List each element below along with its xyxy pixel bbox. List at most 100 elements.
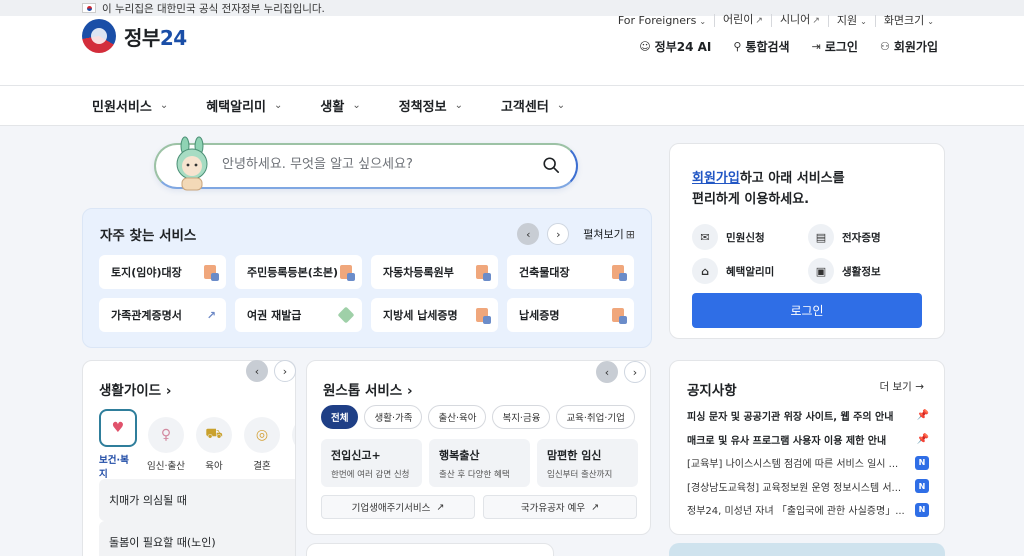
category-health-welfare[interactable]: ♥ 보건·복지	[99, 409, 137, 480]
next-arrow-button[interactable]: ›	[624, 361, 646, 383]
search-box	[154, 143, 578, 189]
bottom-card	[306, 543, 554, 556]
external-link-icon: ↗	[206, 308, 216, 322]
notice-item[interactable]: [경상남도교육청] 교육정보원 운영 정보시스템 서... N	[687, 475, 929, 499]
new-badge: N	[915, 455, 929, 470]
notice-list: 피싱 문자 및 공공기관 위장 사이트, 웹 주의 안내 📌 매크로 및 유사 프…	[687, 404, 929, 522]
external-link-icon: ↗	[591, 501, 600, 513]
frequent-services-title: 자주 찾는 서비스	[100, 228, 197, 244]
chevron-down-icon: ⌄	[352, 100, 361, 111]
ai-button[interactable]: ☺ 정부24 AI	[639, 38, 711, 55]
document-icon	[476, 308, 491, 324]
category-pregnancy[interactable]: ♀ 임신·출산	[147, 417, 185, 472]
one-stop-links: 기업생애주기서비스 ↗ 국가유공자 예우 ↗	[321, 495, 637, 519]
service-building-register[interactable]: 건축물대장	[507, 255, 634, 289]
category-more[interactable]: 이	[291, 417, 295, 472]
category-childcare[interactable]: ⛟ 육아	[195, 417, 233, 472]
card-move-in[interactable]: 전입신고+ 한번에 여러 감면 신청	[321, 439, 422, 487]
service-vehicle-register[interactable]: 자동차등록원부	[371, 255, 498, 289]
external-link-icon: ↗	[755, 16, 763, 26]
chip-life-family[interactable]: 생활·가족	[364, 405, 423, 429]
chevron-right-icon: ›	[632, 365, 638, 379]
prev-arrow-button[interactable]: ‹	[246, 360, 268, 382]
service-tax-cert[interactable]: 납세증명	[507, 298, 634, 332]
notice-item[interactable]: 피싱 문자 및 공공기관 위장 사이트, 웹 주의 안내 📌	[687, 404, 929, 428]
expand-view-button[interactable]: 펼쳐보기 ⊞	[583, 226, 635, 242]
mascot-icon	[176, 136, 208, 191]
life-row-dementia[interactable]: 치매가 의심될 때›	[99, 479, 295, 521]
next-arrow-button[interactable]: ›	[274, 360, 296, 382]
link-veterans[interactable]: 국가유공자 예우 ↗	[483, 495, 637, 519]
chip-welfare-finance[interactable]: 복지·금융	[492, 405, 551, 429]
nav-policy[interactable]: 정책정보 ⌄	[399, 96, 463, 115]
util-senior[interactable]: 시니어 ↗	[770, 14, 828, 27]
card-happy-birth[interactable]: 행복출산 출산 후 다양한 혜택	[429, 439, 530, 487]
util-support[interactable]: 지원 ⌄	[827, 14, 875, 27]
notice-item[interactable]: [교육부] 나이스시스템 점검에 따른 서비스 일시 ... N	[687, 451, 929, 475]
integrated-search-button[interactable]: ⚲ 통합검색	[733, 38, 789, 55]
ai-robot-icon: ☺	[639, 40, 651, 53]
new-badge: N	[915, 479, 929, 494]
chevron-left-icon: ‹	[604, 365, 610, 379]
card-pregnancy[interactable]: 맘편한 임신 임신부터 출산까지	[537, 439, 638, 487]
rings-icon: ◎	[244, 417, 280, 453]
login-message: 회원가입하고 아래 서비스를 편리하게 이용하세요.	[692, 171, 845, 207]
chevron-right-icon: ›	[282, 364, 288, 378]
service-land-register[interactable]: 토지(임야)대장	[99, 255, 226, 289]
gov-banner-text: 이 누리집은 대한민국 공식 전자정부 누리집입니다.	[102, 2, 325, 15]
nav-benefits[interactable]: 혜택알리미 ⌄	[206, 96, 282, 115]
search-icon: ⚲	[733, 40, 742, 53]
chevron-right-icon: ›	[556, 227, 561, 241]
nav-civil-service[interactable]: 민원서비스 ⌄	[92, 96, 168, 115]
login-button[interactable]: 로그인	[692, 293, 922, 328]
nav-customer-center[interactable]: 고객센터 ⌄	[501, 96, 565, 115]
taegeuk-logo-icon	[82, 19, 116, 53]
prev-arrow-button[interactable]: ‹	[517, 223, 540, 245]
grid-icon: ⊞	[625, 227, 635, 241]
life-guide-nav: ‹ ›	[246, 360, 296, 382]
life-row-elder-care[interactable]: 돌봄이 필요할 때(노인)›	[99, 521, 295, 556]
chip-all[interactable]: 전체	[321, 405, 359, 429]
info-card-icon: ▣	[808, 258, 834, 284]
chevron-down-icon: ⌄	[159, 100, 169, 111]
util-screen-size[interactable]: 화면크기 ⌄	[874, 14, 942, 27]
life-guide-title[interactable]: 생활가이드 ›	[99, 379, 171, 399]
login-benefit-list: ✉ 민원신청 ▤ 전자증명 ⌂ 혜택알리미 ▣ 생활정보	[692, 224, 924, 284]
link-business-lifecycle[interactable]: 기업생애주기서비스 ↗	[321, 495, 475, 519]
search-input[interactable]	[222, 157, 522, 172]
global-nav: 민원서비스 ⌄ 혜택알리미 ⌄ 생활 ⌄ 정책정보 ⌄ 고객센터 ⌄	[0, 86, 1024, 126]
benefit-alert: ⌂ 혜택알리미	[692, 258, 808, 284]
chevron-right-icon: ›	[406, 383, 413, 399]
main-utility: ☺ 정부24 AI ⚲ 통합검색 ⇥ 로그인 ⚇ 회원가입	[639, 38, 938, 55]
pen-icon	[337, 306, 355, 324]
service-local-tax-cert[interactable]: 지방세 납세증명	[371, 298, 498, 332]
pin-icon: 📌	[916, 433, 929, 445]
one-stop-title[interactable]: 원스톱 서비스 ›	[323, 379, 413, 399]
service-family-certificate[interactable]: 가족관계증명서 ↗	[99, 298, 226, 332]
nav-life[interactable]: 생활 ⌄	[320, 96, 360, 115]
pregnant-icon: ♀	[148, 417, 184, 453]
service-passport-reissue[interactable]: 여권 재발급	[235, 298, 362, 332]
category-marriage[interactable]: ◎ 결혼	[243, 417, 281, 472]
document-icon	[612, 308, 627, 324]
arrow-right-icon: →	[915, 381, 924, 393]
util-for-foreigners[interactable]: For Foreigners ⌄	[610, 15, 714, 27]
chip-birth-childcare[interactable]: 출산·육아	[428, 405, 487, 429]
next-arrow-button[interactable]: ›	[547, 223, 570, 245]
signup-inline-link[interactable]: 회원가입	[692, 171, 740, 186]
site-logo[interactable]: 정부24	[82, 19, 187, 53]
prev-arrow-button[interactable]: ‹	[596, 361, 618, 383]
chip-edu-job-biz[interactable]: 교육·취업·기업	[556, 405, 635, 429]
life-guide-panel: 생활가이드 › ♥보건·복지 ♀임신·출산 ⛟육아 ◎결혼 이 치매가 의심될 …	[82, 360, 296, 556]
one-stop-nav: ‹ ›	[596, 361, 646, 383]
util-kids[interactable]: 어린이 ↗	[714, 14, 771, 27]
notice-more-link[interactable]: 더 보기 →	[880, 379, 924, 394]
notice-item[interactable]: 매크로 및 유사 프로그램 사용자 이용 제한 안내 📌	[687, 428, 929, 452]
search-icon[interactable]	[542, 156, 560, 174]
gift-icon: ⌂	[692, 258, 718, 284]
notice-item[interactable]: 정부24, 미성년 자녀 「출입국에 관한 사실증명」... N	[687, 498, 929, 522]
login-link[interactable]: ⇥ 로그인	[812, 38, 858, 55]
service-resident-register[interactable]: 주민등록등본(초본)	[235, 255, 362, 289]
certificate-icon: ▤	[808, 224, 834, 250]
signup-link[interactable]: ⚇ 회원가입	[880, 38, 938, 55]
